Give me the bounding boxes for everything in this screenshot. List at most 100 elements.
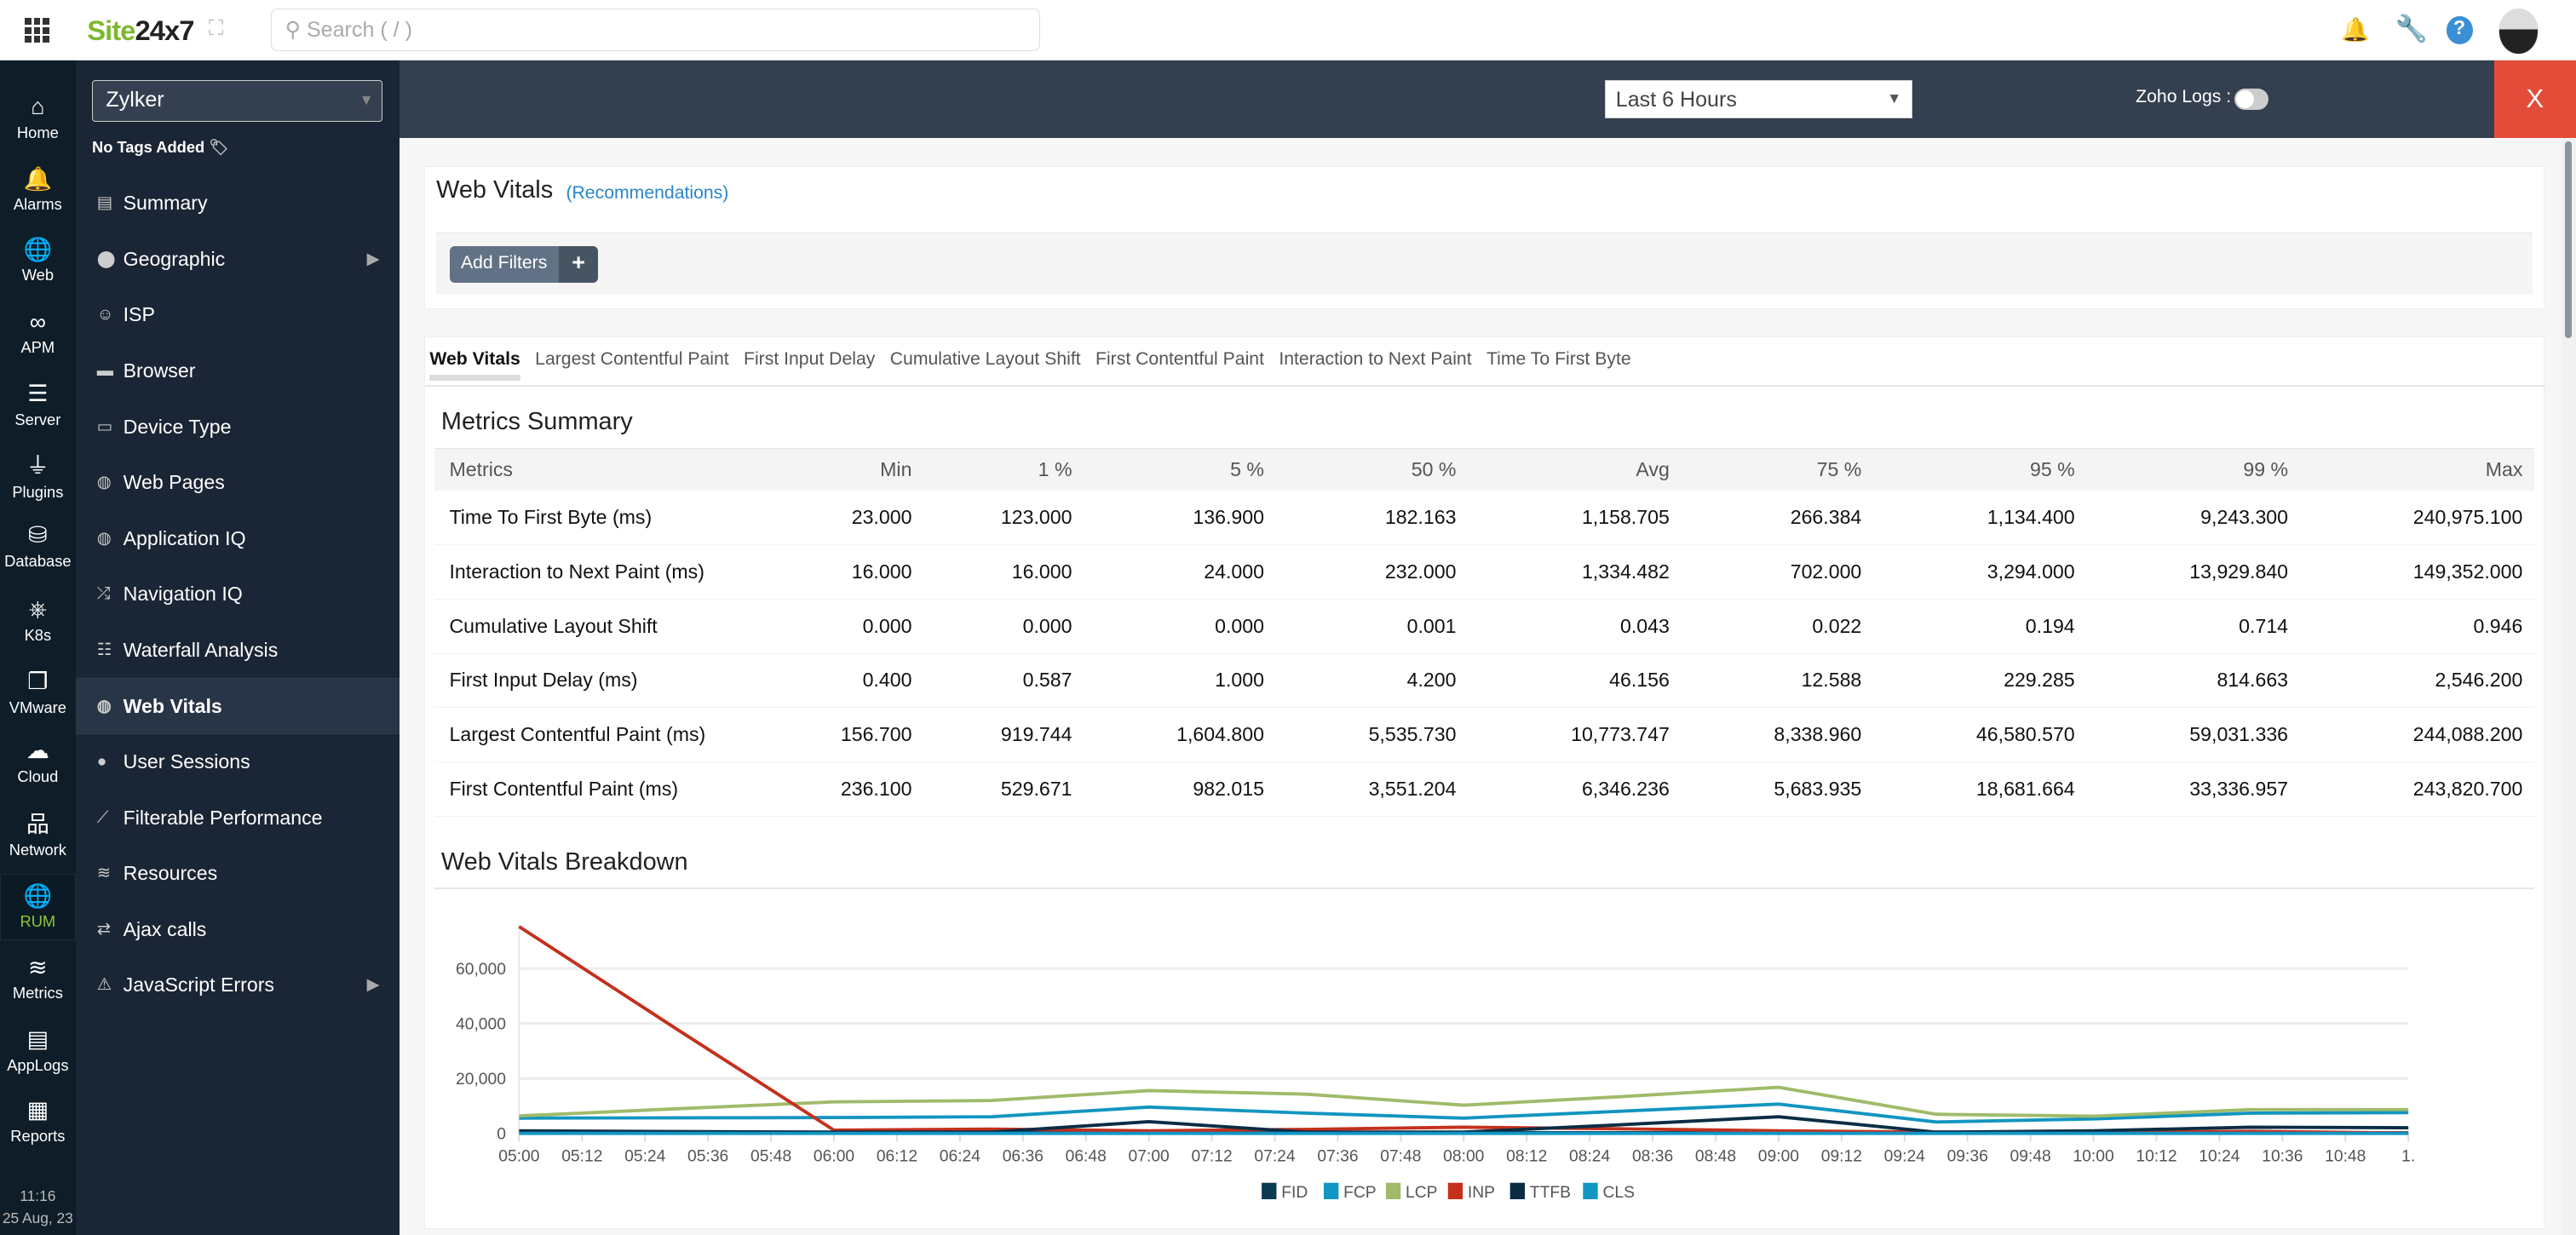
metric-value: 266.384 <box>1681 491 1873 546</box>
column-header[interactable]: 1 % <box>923 447 1084 491</box>
column-header[interactable]: 95 % <box>1872 447 2087 491</box>
legend-swatch-lcp[interactable] <box>1385 1182 1401 1199</box>
avatar[interactable] <box>2498 8 2539 55</box>
recommendations-link[interactable]: (Recommendations) <box>566 183 728 204</box>
expand-icon[interactable]: ⛶ <box>209 16 224 42</box>
time-period-select[interactable]: Last 6 Hours ▼ <box>1605 80 1912 118</box>
search-input[interactable]: ⚲ Search ( / ) <box>271 8 1040 51</box>
column-header[interactable]: 50 % <box>1275 447 1468 491</box>
metric-value: 10,773.747 <box>1467 707 1682 762</box>
tags-label[interactable]: No Tags Added 🏷 <box>92 138 229 157</box>
rail-item-plugins[interactable]: ⏚ Plugins <box>0 453 76 502</box>
legend-swatch-fcp[interactable] <box>1324 1182 1339 1199</box>
scrollbar-thumb[interactable] <box>2565 141 2573 339</box>
tab-web-vitals[interactable]: Web Vitals <box>429 349 520 381</box>
server-icon: ☰ <box>27 381 49 407</box>
network-icon: 品 <box>26 811 49 837</box>
sidebar-item-navigation-iq[interactable]: ⤮ Navigation IQ <box>76 566 400 623</box>
sidebar-item-geographic[interactable]: ⬤ Geographic ▶ <box>76 232 400 288</box>
rail-item-database[interactable]: ⛁ Database <box>0 522 76 571</box>
rail-item-metrics[interactable]: ≋ Metrics <box>0 955 76 1003</box>
sidebar-item-filterable-performance[interactable]: ⟋ Filterable Performance <box>76 790 400 847</box>
sidebar-item-device-type[interactable]: ▭ Device Type <box>76 399 400 456</box>
metric-value: 529.671 <box>923 761 1084 817</box>
legend-swatch-cls[interactable] <box>1583 1182 1598 1199</box>
legend-label[interactable]: CLS <box>1603 1184 1635 1202</box>
add-filters-button[interactable]: Add Filters + <box>449 246 599 283</box>
column-header[interactable]: Min <box>762 447 923 491</box>
metric-value: 919.744 <box>923 707 1084 762</box>
zoho-logs-toggle[interactable] <box>2234 89 2269 111</box>
sidebar-item-web-pages[interactable]: ◍ Web Pages <box>76 455 400 511</box>
rail-item-home[interactable]: ⌂ Home <box>0 94 76 142</box>
tab-first-input-delay[interactable]: First Input Delay <box>744 349 875 381</box>
rail-item-reports[interactable]: ▦ Reports <box>0 1097 76 1146</box>
tab-time-to-first-byte[interactable]: Time To First Byte <box>1486 349 1631 381</box>
sidebar-item-waterfall-analysis[interactable]: ☷ Waterfall Analysis <box>76 623 400 679</box>
sidebar-item-application-iq[interactable]: ◍ Application IQ <box>76 511 400 567</box>
rail-item-applogs[interactable]: ▤ AppLogs <box>0 1026 76 1075</box>
legend-swatch-fid[interactable] <box>1262 1182 1277 1199</box>
legend-label[interactable]: INP <box>1468 1184 1495 1202</box>
legend-swatch-inp[interactable] <box>1447 1182 1463 1199</box>
chevron-down-icon: ▼ <box>359 91 374 109</box>
rail-item-apm[interactable]: ∞ APM <box>0 309 76 358</box>
tab-first-contentful-paint[interactable]: First Contentful Paint <box>1095 349 1264 381</box>
summary-icon: ▤ <box>96 194 112 213</box>
legend-label[interactable]: FCP <box>1343 1184 1377 1202</box>
column-header[interactable]: 75 % <box>1681 447 1873 491</box>
legend-swatch-ttfb[interactable] <box>1509 1182 1526 1199</box>
tab-largest-contentful-paint[interactable]: Largest Contentful Paint <box>535 349 729 381</box>
x-tick-label: 09:24 <box>1884 1147 1925 1165</box>
wrench-icon[interactable]: 🔧 <box>2395 13 2428 44</box>
rail-item-network[interactable]: 品 Network <box>0 812 76 860</box>
sidebar-item-summary[interactable]: ▤ Summary <box>76 175 400 232</box>
legend-label[interactable]: FID <box>1281 1184 1308 1202</box>
time-period-value: Last 6 Hours <box>1615 88 1737 112</box>
rail-item-cloud[interactable]: ☁ Cloud <box>0 738 76 786</box>
notification-icon[interactable]: 🔔 <box>2341 16 2370 43</box>
logo[interactable]: Site24x7 <box>87 14 194 47</box>
sidebar-item-user-sessions[interactable]: ● User Sessions <box>76 734 400 790</box>
column-header[interactable]: Avg <box>1467 447 1682 491</box>
sidebar-item-isp[interactable]: ☺ ISP <box>76 287 400 343</box>
metric-value: 1,134.400 <box>1872 491 2087 546</box>
apps-grid-icon[interactable] <box>24 18 49 43</box>
rail-item-rum[interactable]: 🌐 RUM <box>0 874 76 940</box>
metric-value: 244,088.200 <box>2299 707 2534 762</box>
rail-item-k8s[interactable]: ⎈ K8s <box>0 596 76 645</box>
legend-label[interactable]: TTFB <box>1530 1184 1571 1202</box>
breakdown-divider <box>434 887 2534 890</box>
k8s-icon: ⎈ <box>28 596 48 623</box>
column-header[interactable]: 5 % <box>1084 447 1276 491</box>
sidebar-item-label: Waterfall Analysis <box>123 638 279 661</box>
metric-tabs: Web Vitals Largest Contentful Paint First … <box>429 349 1631 381</box>
help-icon[interactable]: ? <box>2446 16 2473 45</box>
close-button[interactable]: X <box>2493 60 2576 138</box>
monitor-select-value: Zylker <box>106 88 164 112</box>
metric-value: 2,546.200 <box>2299 653 2534 709</box>
sidebar-item-resources[interactable]: ≋ Resources <box>76 846 400 902</box>
tab-interaction-to-next-paint[interactable]: Interaction to Next Paint <box>1279 349 1471 381</box>
sidebar-item-ajax-calls[interactable]: ⇄ Ajax calls <box>76 902 400 958</box>
y-tick-label: 60,000 <box>456 961 506 979</box>
rail-item-server[interactable]: ☰ Server <box>0 381 76 429</box>
column-header[interactable]: 99 % <box>2086 447 2300 491</box>
column-header[interactable]: Max <box>2299 447 2534 491</box>
column-header[interactable]: Metrics <box>434 447 763 491</box>
page-scrollbar[interactable] <box>2561 138 2576 1235</box>
metric-value: 814.663 <box>2086 653 2300 709</box>
metric-value: 59,031.336 <box>2086 707 2300 762</box>
rail-item-alarms[interactable]: 🔔 Alarms <box>0 166 76 215</box>
legend-label[interactable]: LCP <box>1406 1184 1437 1202</box>
monitor-select[interactable]: Zylker ▼ <box>91 80 383 122</box>
zoho-logs-label: Zoho Logs : <box>2136 87 2232 107</box>
sidebar-item-web-vitals[interactable]: ◍ Web Vitals <box>75 678 400 735</box>
metric-value: 6,346.236 <box>1467 761 1682 817</box>
tab-cumulative-layout-shift[interactable]: Cumulative Layout Shift <box>890 349 1081 381</box>
rail-item-vmware[interactable]: ❐ VMware <box>0 669 76 717</box>
sidebar-item-javascript-errors[interactable]: ⚠ JavaScript Errors ▶ <box>76 957 400 1014</box>
metric-value: 9,243.300 <box>2086 491 2300 546</box>
rail-item-web[interactable]: 🌐 Web <box>0 237 76 285</box>
sidebar-item-browser[interactable]: ▬ Browser <box>76 343 400 399</box>
